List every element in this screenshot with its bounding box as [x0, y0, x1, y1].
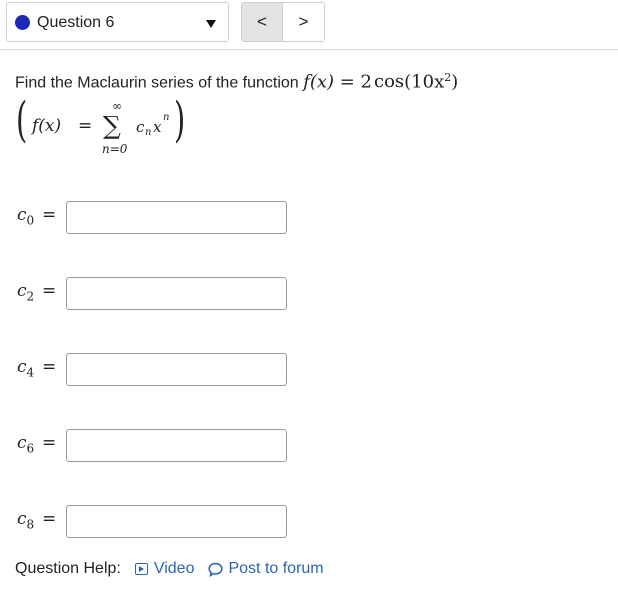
- speech-bubble-icon: [208, 562, 224, 577]
- question-selector[interactable]: Question 6: [6, 2, 229, 42]
- chevron-right-icon: >: [298, 12, 309, 31]
- series-formula: ( f(x) = ∞ ∑ n=0 c n x n ): [16, 92, 216, 160]
- coefficient-equals: =: [42, 357, 57, 377]
- prompt-rhs-arg: (10x: [404, 71, 445, 93]
- prompt-rhs-fn: cos: [374, 71, 405, 93]
- coefficient-row: c4 =: [0, 351, 618, 387]
- prompt-rhs-coef: 2: [360, 71, 372, 93]
- formula-lhs: f(x): [32, 116, 62, 136]
- video-link[interactable]: Video: [134, 560, 195, 578]
- coefficient-row: c6 =: [0, 427, 618, 463]
- coefficient-c0-input[interactable]: [66, 201, 287, 234]
- formula-term-x: x: [153, 118, 162, 136]
- header-divider: [0, 49, 618, 50]
- video-link-label: Video: [153, 560, 195, 577]
- coefficient-c6-input[interactable]: [66, 429, 287, 462]
- question-label: Question 6: [37, 14, 115, 31]
- prompt-fx: f(x): [303, 71, 335, 93]
- coefficient-equals: =: [42, 433, 57, 453]
- prompt-text: Find the Maclaurin series of the functio…: [15, 74, 304, 92]
- previous-question-button[interactable]: <: [241, 2, 283, 42]
- formula-close-paren: ): [174, 92, 186, 148]
- question-help-label: Question Help:: [15, 560, 121, 577]
- chevron-left-icon: <: [257, 12, 267, 31]
- formula-lower-limit: n=0: [102, 142, 128, 156]
- formula-sigma: ∑: [103, 111, 121, 140]
- question-prompt: Find the Maclaurin series of the functio…: [15, 71, 458, 92]
- coefficient-label: c2: [17, 281, 35, 304]
- question-help: Question Help: Video Post to forum: [15, 560, 324, 578]
- coefficient-label: c8: [17, 509, 35, 532]
- coefficient-c2-input[interactable]: [66, 277, 287, 310]
- formula-term-sub: n: [145, 127, 152, 138]
- post-to-forum-link[interactable]: Post to forum: [208, 560, 324, 578]
- next-question-button[interactable]: >: [282, 2, 325, 42]
- coefficient-row: c0 =: [0, 199, 618, 235]
- prompt-rhs-close: ): [451, 71, 459, 93]
- coefficient-equals: =: [42, 205, 57, 225]
- coefficient-label: c0: [17, 205, 35, 228]
- video-play-icon: [134, 563, 148, 575]
- coefficient-label: c4: [17, 357, 35, 380]
- formula-term-exp: n: [163, 112, 170, 123]
- coefficient-label: c6: [17, 433, 35, 456]
- coefficient-row: c2 =: [0, 275, 618, 311]
- dropdown-caret-icon: [206, 20, 216, 28]
- prompt-eq: =: [334, 71, 361, 93]
- formula-term-c: c: [136, 118, 145, 136]
- formula-eq: =: [78, 116, 93, 136]
- status-dot-icon: [15, 15, 30, 30]
- coefficient-c8-input[interactable]: [66, 505, 287, 538]
- coefficient-equals: =: [42, 509, 57, 529]
- coefficient-equals: =: [42, 281, 57, 301]
- formula-open-paren: (: [16, 92, 28, 148]
- coefficient-c4-input[interactable]: [66, 353, 287, 386]
- post-to-forum-label: Post to forum: [228, 560, 324, 577]
- coefficient-row: c8 =: [0, 503, 618, 539]
